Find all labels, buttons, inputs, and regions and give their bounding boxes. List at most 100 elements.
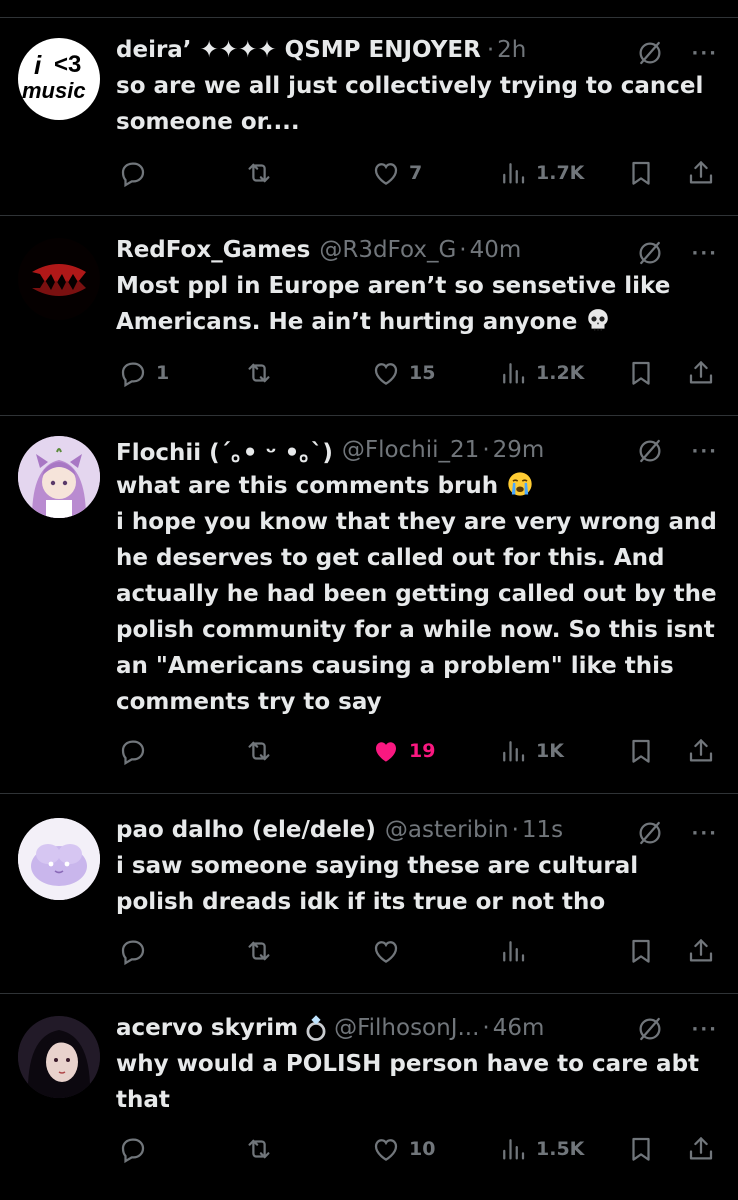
retweet-button[interactable] [244, 158, 274, 188]
reply-icon [118, 736, 148, 766]
views-button[interactable] [498, 936, 536, 966]
timestamp[interactable]: 29m [493, 437, 545, 463]
avatar[interactable]: i <3 music [18, 38, 100, 120]
retweet-button[interactable] [244, 936, 274, 966]
retweet-icon [244, 936, 274, 966]
handle[interactable]: @asteribin [385, 817, 509, 843]
retweet-button[interactable] [244, 1134, 274, 1164]
tweet-text: why would a POLISH person have to care a… [116, 1051, 700, 1113]
bookmark-button[interactable] [626, 936, 656, 966]
avatar-cloud-creature-icon [18, 818, 100, 900]
reply-count: 1 [156, 362, 170, 384]
share-icon [686, 1134, 716, 1164]
timestamp[interactable]: 40m [470, 237, 522, 263]
bookmark-button[interactable] [626, 158, 656, 188]
grok-icon[interactable] [635, 1014, 665, 1044]
like-button[interactable] [371, 936, 409, 966]
retweet-button[interactable] [244, 358, 274, 388]
bookmark-icon [626, 936, 656, 966]
share-button[interactable] [686, 936, 716, 966]
svg-text:i: i [34, 50, 42, 80]
retweet-button[interactable] [244, 736, 274, 766]
separator-dot: · [486, 37, 495, 63]
bookmark-icon [626, 358, 656, 388]
view-count: 1.2K [536, 362, 585, 384]
like-button[interactable]: 15 [371, 358, 435, 388]
bookmark-icon [626, 1134, 656, 1164]
like-count: 15 [409, 362, 436, 384]
timestamp[interactable]: 11s [522, 817, 563, 843]
retweet-icon [244, 1134, 274, 1164]
like-button[interactable]: 10 [371, 1134, 435, 1164]
grok-icon[interactable] [635, 38, 665, 68]
tweet-3[interactable]: Flochii (´｡• ᵕ •｡`) @Flochii_21 · 29m wh… [0, 416, 738, 794]
share-button[interactable] [686, 358, 716, 388]
bookmark-button[interactable] [626, 736, 656, 766]
avatar[interactable] [18, 1016, 100, 1098]
separator-dot: · [459, 237, 467, 263]
share-button[interactable] [686, 1134, 716, 1164]
views-icon [498, 736, 528, 766]
reply-button[interactable] [118, 158, 156, 188]
share-button[interactable] [686, 736, 716, 766]
more-icon[interactable]: ··· [691, 43, 718, 64]
more-icon[interactable]: ··· [691, 441, 718, 462]
bookmark-button[interactable] [626, 1134, 656, 1164]
tweet-4[interactable]: pao dalho (ele/dele) @asteribin · 11s i … [0, 794, 738, 994]
display-name[interactable]: pao dalho (ele/dele) [116, 817, 376, 843]
more-icon[interactable]: ··· [691, 1019, 718, 1040]
heart-icon [371, 158, 401, 188]
retweet-icon [244, 158, 274, 188]
separator-dot: · [511, 817, 519, 843]
tweet-2[interactable]: RedFox_Games @R3dFox_G · 40m Most ppl in… [0, 216, 738, 416]
avatar-dark-portrait-icon [18, 1016, 100, 1098]
like-button[interactable]: 7 [371, 158, 422, 188]
reply-icon [118, 1134, 148, 1164]
reply-icon [118, 936, 148, 966]
retweet-icon [244, 358, 274, 388]
display-name[interactable]: RedFox_Games [116, 237, 310, 263]
tweet-5[interactable]: acervo skyrim @FilhosonJ... · 46m why wo… [0, 994, 738, 1200]
avatar-anime-girl-icon [18, 436, 100, 518]
views-icon [498, 158, 528, 188]
views-button[interactable]: 1.2K [498, 358, 584, 388]
reply-button[interactable]: 1 [118, 358, 169, 388]
grok-icon[interactable] [635, 818, 665, 848]
views-button[interactable]: 1K [498, 736, 564, 766]
display-name[interactable]: Flochii (´｡• ᵕ •｡`) [116, 433, 333, 467]
handle[interactable]: @Flochii_21 [342, 437, 479, 463]
avatar-fangs-icon [32, 264, 86, 296]
svg-text:music: music [22, 78, 86, 103]
more-icon[interactable]: ··· [691, 243, 718, 264]
views-button[interactable]: 1.7K [498, 158, 584, 188]
more-icon[interactable]: ··· [691, 823, 718, 844]
reply-button[interactable] [118, 936, 156, 966]
avatar[interactable] [18, 436, 100, 518]
avatar-logo-icon: i <3 music [22, 50, 86, 103]
grok-icon[interactable] [635, 238, 665, 268]
svg-text:<3: <3 [54, 51, 81, 78]
timestamp[interactable]: 2h [497, 37, 526, 63]
grok-icon[interactable] [635, 436, 665, 466]
display-name[interactable]: acervo skyrim [116, 1015, 298, 1041]
views-button[interactable]: 1.5K [498, 1134, 584, 1164]
like-count: 7 [409, 162, 423, 184]
view-count: 1K [536, 740, 564, 762]
handle[interactable]: @FilhosonJ... [334, 1015, 479, 1041]
display-name[interactable]: deira’ ✦✦✦✦ QSMP ENJOYER [116, 37, 481, 63]
bookmark-button[interactable] [626, 358, 656, 388]
handle[interactable]: @R3dFox_G [319, 237, 456, 263]
ring-emoji-icon [306, 1015, 326, 1041]
views-icon [498, 936, 528, 966]
share-icon [686, 936, 716, 966]
share-button[interactable] [686, 158, 716, 188]
tweet-1[interactable]: i <3 music deira’ ✦✦✦✦ QSMP ENJOYER · 2h… [0, 18, 738, 216]
avatar[interactable] [18, 238, 100, 320]
reply-button[interactable] [118, 736, 156, 766]
tweet-text: what are this comments bruh i hope you k… [116, 468, 722, 720]
avatar[interactable] [18, 818, 100, 900]
retweet-icon [244, 736, 274, 766]
reply-button[interactable] [118, 1134, 156, 1164]
like-button[interactable]: 19 [371, 736, 435, 766]
timestamp[interactable]: 46m [493, 1015, 545, 1041]
